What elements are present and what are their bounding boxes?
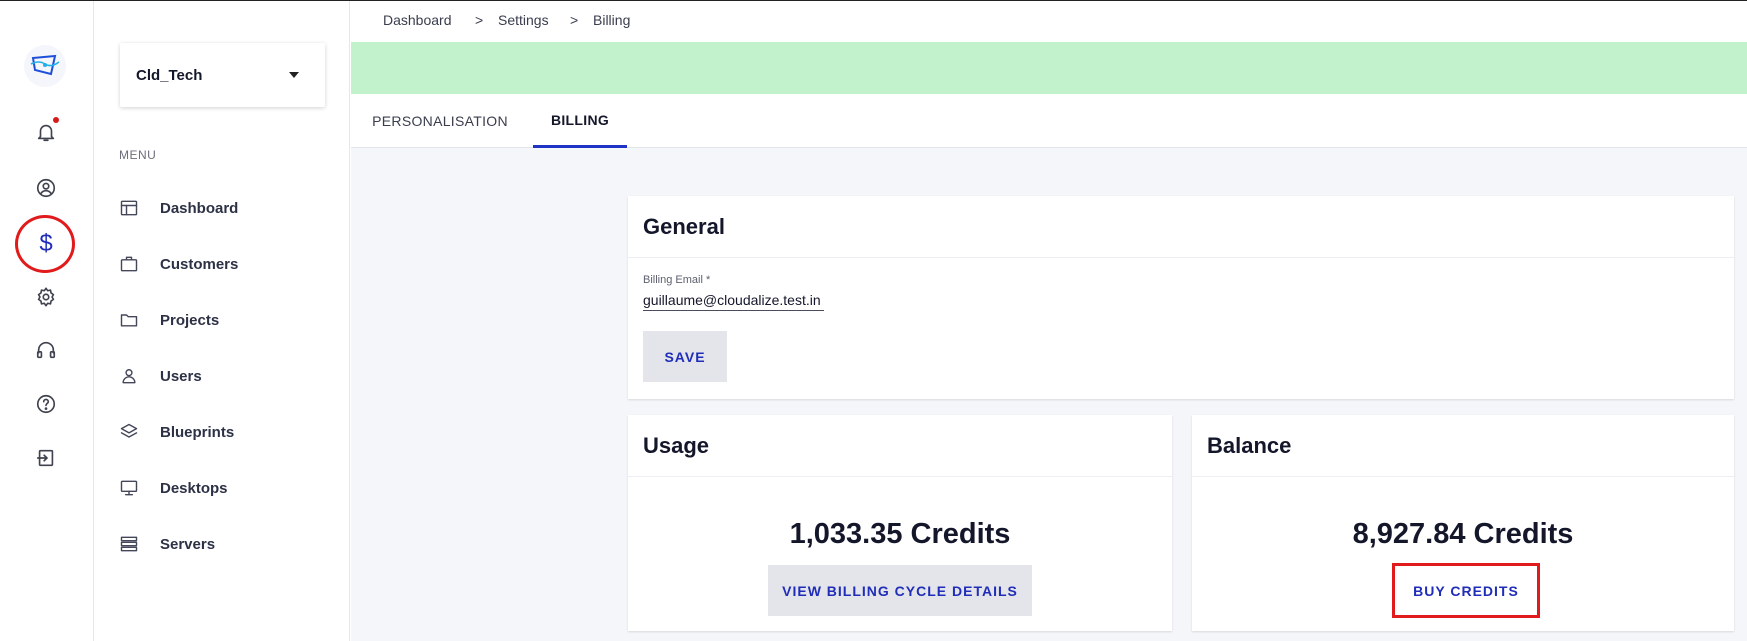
sidebar-item-customers[interactable]: Customers (119, 249, 329, 279)
billing-email-label: Billing Email * (643, 274, 711, 286)
save-button[interactable]: SAVE (643, 331, 727, 382)
folder-icon (120, 314, 138, 327)
help-icon[interactable] (29, 387, 63, 421)
organization-name: Cld_Tech (136, 66, 203, 84)
user-circle-icon[interactable] (29, 171, 63, 205)
organization-select[interactable]: Cld_Tech (120, 43, 325, 107)
general-card: General Billing Email * SAVE (628, 196, 1734, 399)
sidebar-item-blueprints[interactable]: Blueprints (119, 417, 329, 447)
gear-icon[interactable] (29, 280, 63, 314)
tab-bar: PERSONALISATION BILLING (351, 94, 1747, 148)
status-banner (351, 42, 1747, 94)
sidebar-item-label: Servers (160, 535, 216, 553)
breadcrumb-settings[interactable]: Settings (498, 12, 549, 28)
sidebar-item-label: Users (160, 367, 202, 385)
briefcase-icon (120, 256, 138, 272)
sidebar-item-label: Projects (160, 311, 220, 329)
view-billing-cycle-button[interactable]: VIEW BILLING CYCLE DETAILS (768, 565, 1032, 616)
breadcrumb-billing: Billing (593, 12, 631, 28)
usage-card-header: Usage (628, 415, 1172, 477)
balance-card-header: Balance (1192, 415, 1734, 477)
breadcrumb-separator: > (570, 12, 579, 28)
tab-personalisation[interactable]: PERSONALISATION (365, 94, 515, 148)
sidebar-item-label: Dashboard (160, 199, 239, 217)
sidebar-item-dashboard[interactable]: Dashboard (119, 193, 329, 223)
layers-icon (120, 423, 138, 438)
sidebar: Cld_Tech MENU Dashboard Customers Projec… (95, 1, 350, 641)
usage-credits: 1,033.35 Credits (789, 518, 1011, 550)
sidebar-item-servers[interactable]: Servers (119, 529, 329, 559)
sidebar-item-label: Customers (160, 255, 239, 273)
server-icon (120, 536, 138, 552)
general-card-title: General (643, 213, 725, 239)
sidebar-item-desktops[interactable]: Desktops (119, 473, 329, 503)
sidebar-item-label: Desktops (160, 479, 228, 497)
logout-icon[interactable] (29, 441, 63, 475)
usage-card: Usage 1,033.35 Credits VIEW BILLING CYCL… (628, 415, 1172, 631)
logo-icon[interactable] (24, 45, 66, 87)
dashboard-icon (120, 200, 138, 216)
general-card-header: General (628, 196, 1734, 258)
balance-card: Balance 8,927.84 Credits BUY CREDITS (1192, 415, 1734, 631)
balance-card-title: Balance (1207, 432, 1292, 458)
buy-credits-button[interactable]: BUY CREDITS (1397, 568, 1535, 613)
breadcrumb-dashboard[interactable]: Dashboard (383, 12, 452, 28)
usage-card-title: Usage (643, 432, 710, 458)
balance-credits: 8,927.84 Credits (1352, 518, 1574, 550)
sidebar-item-projects[interactable]: Projects (119, 305, 329, 335)
breadcrumb-separator: > (475, 12, 484, 28)
top-bar: Dashboard > Settings > Billing (351, 1, 1747, 42)
icon-rail: $ (0, 1, 94, 641)
caret-down-icon (289, 72, 299, 78)
billing-email-input[interactable] (643, 289, 824, 311)
notification-dot (53, 117, 59, 123)
menu-label: MENU (119, 148, 157, 162)
monitor-icon (120, 480, 138, 496)
bell-icon[interactable] (29, 115, 63, 149)
main-content: Dashboard > Settings > Billing PERSONALI… (351, 1, 1747, 641)
user-icon (122, 369, 136, 384)
sidebar-item-users[interactable]: Users (119, 361, 329, 391)
headset-icon[interactable] (29, 333, 63, 367)
dollar-icon[interactable]: $ (29, 227, 63, 261)
tab-billing[interactable]: BILLING (533, 94, 627, 148)
sidebar-item-label: Blueprints (160, 423, 235, 441)
